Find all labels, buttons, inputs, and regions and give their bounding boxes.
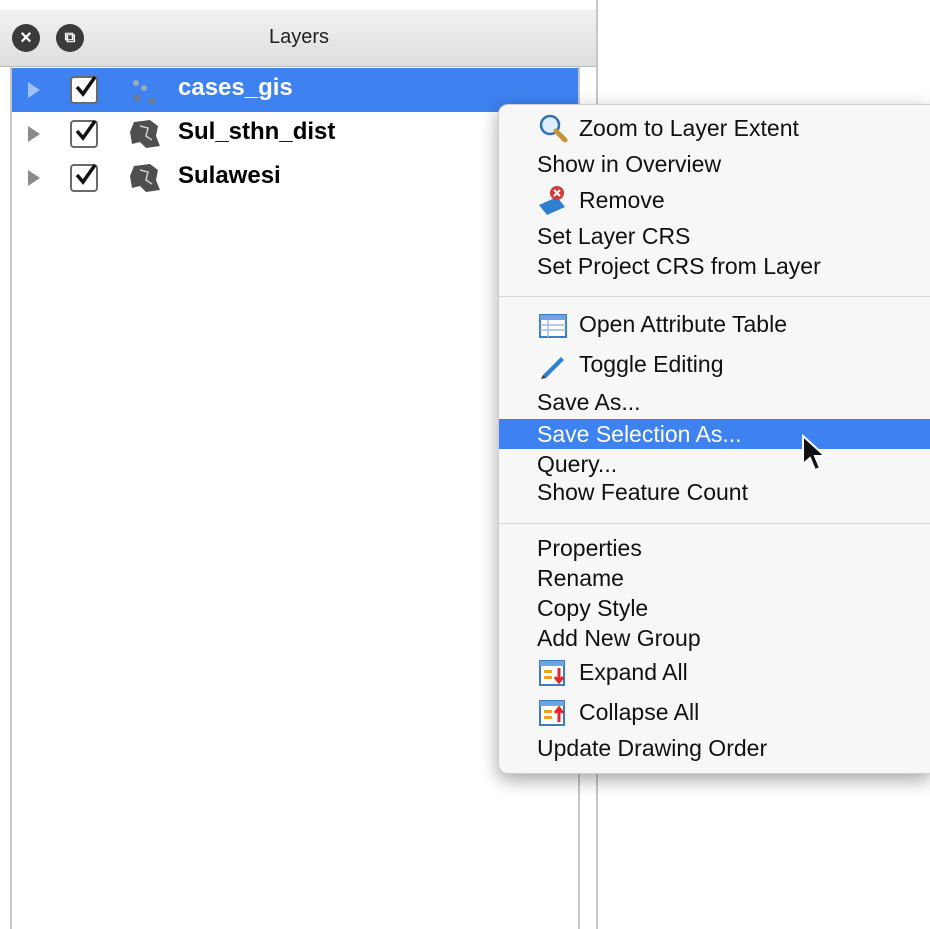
- layer-row-sulawesi[interactable]: Sulawesi: [12, 156, 578, 200]
- layer-visibility-checkbox[interactable]: [70, 75, 98, 104]
- menu-item-save-selection-as[interactable]: Save Selection As...: [499, 419, 930, 449]
- menu-item-expand-all[interactable]: Expand All: [499, 657, 930, 687]
- menu-item-set-layer-crs[interactable]: Set Layer CRS: [499, 221, 930, 251]
- menu-item-toggle-editing[interactable]: Toggle Editing: [499, 349, 930, 379]
- layer-row-sul-sthn-dist[interactable]: Sul_sthn_dist: [12, 112, 578, 156]
- pencil-icon: [537, 349, 569, 379]
- checkmark-icon: [75, 75, 97, 97]
- menu-item-show-feature-count[interactable]: Show Feature Count: [499, 477, 930, 507]
- menu-item-open-attribute-table[interactable]: Open Attribute Table: [499, 309, 930, 339]
- menu-separator: [499, 296, 930, 297]
- layer-visibility-checkbox[interactable]: [70, 163, 98, 192]
- context-menu: Zoom to Layer Extent Show in Overview Re…: [498, 104, 930, 774]
- expand-arrow-icon[interactable]: [28, 126, 40, 142]
- polygon-layer-icon: [128, 118, 162, 150]
- menu-item-rename[interactable]: Rename: [499, 563, 930, 593]
- menu-item-properties[interactable]: Properties: [499, 533, 930, 563]
- menu-item-copy-style[interactable]: Copy Style: [499, 593, 930, 623]
- expand-all-icon: [537, 657, 569, 687]
- menu-item-query[interactable]: Query...: [499, 449, 930, 479]
- collapse-all-icon: [537, 697, 569, 727]
- menu-item-set-project-crs[interactable]: Set Project CRS from Layer: [499, 251, 930, 281]
- menu-item-collapse-all[interactable]: Collapse All: [499, 697, 930, 727]
- menu-item-save-as[interactable]: Save As...: [499, 387, 930, 417]
- panel-title: Layers: [268, 26, 330, 48]
- menu-item-add-new-group[interactable]: Add New Group: [499, 623, 930, 653]
- point-layer-icon: [128, 74, 162, 106]
- zoom-icon: [537, 113, 569, 143]
- menu-separator: [499, 523, 930, 524]
- mouse-cursor-icon: [800, 433, 830, 481]
- expand-arrow-icon[interactable]: [28, 170, 40, 186]
- table-icon: [537, 309, 569, 339]
- menu-item-update-drawing-order[interactable]: Update Drawing Order: [499, 733, 930, 763]
- polygon-layer-icon: [128, 162, 162, 194]
- remove-icon: [537, 185, 569, 215]
- layer-visibility-checkbox[interactable]: [70, 119, 98, 148]
- panel-titlebar: × ⧉ Layers: [0, 10, 598, 67]
- menu-item-show-in-overview[interactable]: Show in Overview: [499, 149, 930, 179]
- layer-row-cases-gis[interactable]: cases_gis: [12, 68, 578, 112]
- layer-name: Sul_sthn_dist: [178, 118, 336, 145]
- menu-item-remove[interactable]: Remove: [499, 185, 930, 215]
- checkmark-icon: [75, 119, 97, 141]
- checkmark-icon: [75, 163, 97, 185]
- layer-name: Sulawesi: [178, 162, 281, 189]
- expand-arrow-icon[interactable]: [28, 82, 40, 98]
- layer-name: cases_gis: [178, 74, 293, 101]
- menu-item-zoom-to-layer-extent[interactable]: Zoom to Layer Extent: [499, 113, 930, 143]
